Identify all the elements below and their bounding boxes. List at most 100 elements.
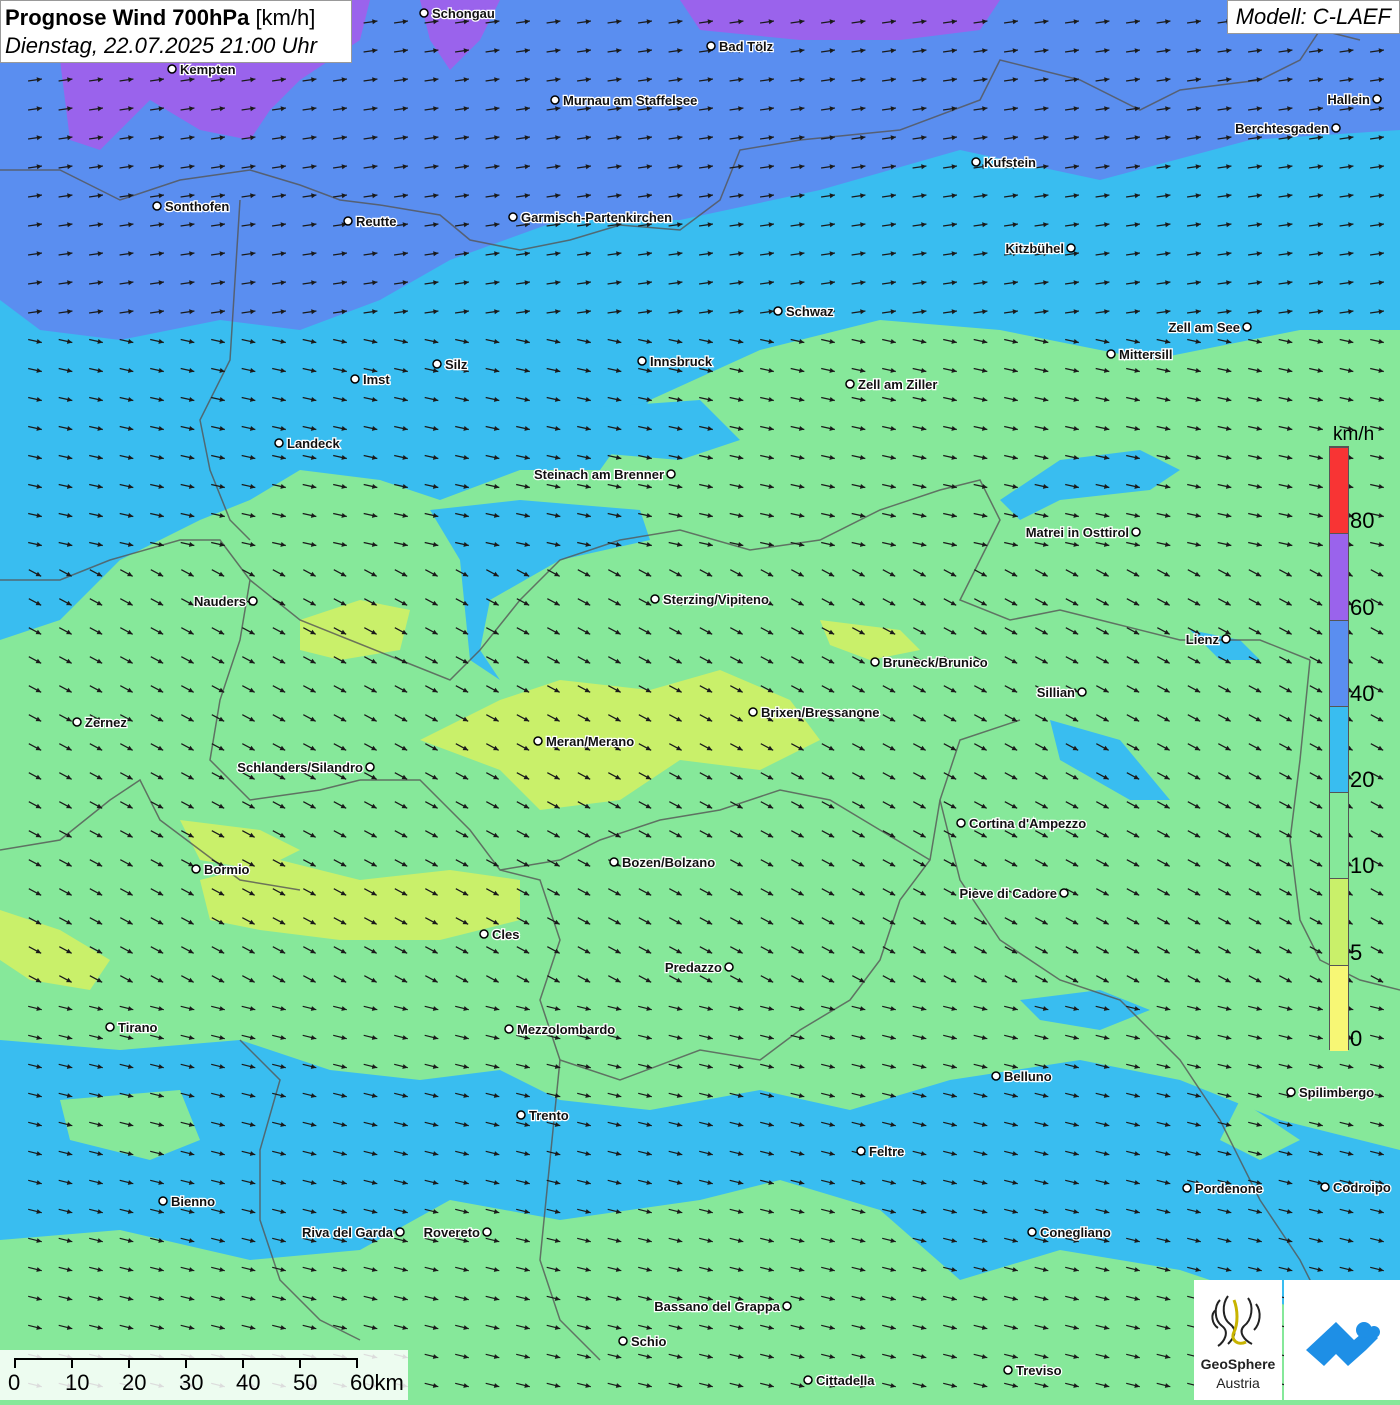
city-marker	[167, 64, 177, 74]
city-marker	[1131, 527, 1141, 537]
city-label: Reutte	[356, 214, 396, 229]
city-label: Spilimbergo	[1299, 1085, 1374, 1100]
city-label: Kufstein	[984, 155, 1036, 170]
city-marker	[956, 818, 966, 828]
city-label: Bruneck/Brunico	[883, 655, 988, 670]
city-marker	[105, 1022, 115, 1032]
city-marker	[845, 379, 855, 389]
logo-text-geosphere: GeoSphere	[1200, 1356, 1276, 1372]
city-label: Rovereto	[424, 1225, 480, 1240]
city-marker	[152, 201, 162, 211]
legend-swatch	[1330, 964, 1348, 1051]
city-marker	[504, 1024, 514, 1034]
legend-swatch	[1330, 533, 1348, 620]
city-marker	[343, 216, 353, 226]
city-label: Hallein	[1327, 92, 1370, 107]
city-label: Murnau am Staffelsee	[563, 93, 697, 108]
city-marker	[782, 1301, 792, 1311]
city-label: Bassano del Grappa	[654, 1299, 780, 1314]
legend-swatch	[1330, 705, 1348, 793]
city-label: Treviso	[1016, 1363, 1062, 1378]
city-label: Bienno	[171, 1194, 215, 1209]
city-label: Schio	[631, 1334, 666, 1349]
legend-swatch	[1330, 792, 1348, 879]
legend-label: 80	[1350, 508, 1375, 534]
geosphere-logo-icon	[1211, 1295, 1261, 1347]
city-label: Belluno	[1004, 1069, 1052, 1084]
scale-tick	[14, 1358, 16, 1368]
legend-swatch	[1330, 619, 1348, 706]
map-title-text: Prognose Wind 700hPa	[5, 5, 250, 30]
city-marker	[748, 707, 758, 717]
scale-label: 60km	[350, 1370, 404, 1395]
scale-label: 10	[65, 1370, 90, 1395]
legend-colorbar	[1329, 446, 1349, 1051]
city-marker	[419, 8, 429, 18]
city-marker	[1059, 888, 1069, 898]
legend-label: 10	[1350, 853, 1375, 879]
city-label: Pordenone	[1195, 1181, 1263, 1196]
scale-tick	[71, 1358, 73, 1368]
city-marker	[533, 736, 543, 746]
city-label: Pieve di Cadore	[959, 886, 1057, 901]
city-marker	[724, 962, 734, 972]
city-label: Schlanders/Silandro	[237, 760, 363, 775]
city-label: Zell am See	[1168, 320, 1240, 335]
legend-label: 20	[1350, 767, 1375, 793]
scale-tick	[128, 1358, 130, 1368]
city-label: Silz	[445, 357, 468, 372]
title-box: Prognose Wind 700hPa [km/h] Dienstag, 22…	[0, 0, 352, 63]
legend-swatch	[1330, 878, 1348, 965]
city-label: Sonthofen	[165, 199, 229, 214]
city-label: Bad Tölz	[719, 39, 774, 54]
city-label: Cittadella	[816, 1373, 875, 1388]
map-title-unit: [km/h]	[255, 5, 316, 30]
city-label: Sterzing/Vipiteno	[663, 592, 769, 607]
city-marker	[516, 1110, 526, 1120]
city-marker	[482, 1227, 492, 1237]
map-title: Prognose Wind 700hPa [km/h]	[5, 4, 347, 32]
city-marker	[1242, 322, 1252, 332]
city-marker	[650, 594, 660, 604]
city-label: Zernez	[85, 715, 127, 730]
city-label: Trento	[529, 1108, 569, 1123]
city-marker	[432, 359, 442, 369]
city-marker	[666, 469, 676, 479]
city-marker	[1372, 94, 1382, 104]
scale-tick	[299, 1358, 301, 1368]
city-label: Cles	[492, 927, 519, 942]
city-label: Berchtesgaden	[1235, 121, 1329, 136]
city-label: Mittersill	[1119, 347, 1172, 362]
city-marker	[706, 41, 716, 51]
city-marker	[991, 1071, 1001, 1081]
city-label: Bozen/Bolzano	[622, 855, 715, 870]
forecast-datetime: Dienstag, 22.07.2025 21:00 Uhr	[5, 33, 317, 58]
city-label: Mezzolombardo	[517, 1022, 615, 1037]
legend-label: 5	[1350, 939, 1363, 965]
city-label: Riva del Garda	[302, 1225, 394, 1240]
city-marker	[1027, 1227, 1037, 1237]
city-marker	[971, 157, 981, 167]
scale-label: 40	[236, 1370, 261, 1395]
city-marker	[1106, 349, 1116, 359]
city-label: Meran/Merano	[546, 734, 634, 749]
wind-map: Schongau Bad Tölz Kempten Murnau am Staffel…	[0, 0, 1400, 1400]
city-label: Innsbruck	[650, 354, 713, 369]
city-label: Landeck	[287, 436, 341, 451]
scale-label: 50	[293, 1370, 318, 1395]
legend-label: 40	[1350, 680, 1375, 706]
city-label: Zell am Ziller	[858, 377, 937, 392]
city-marker	[637, 356, 647, 366]
city-marker	[1066, 243, 1076, 253]
scale-label: 20	[122, 1370, 147, 1395]
city-marker	[1182, 1183, 1192, 1193]
scale-tick	[356, 1358, 358, 1368]
city-marker	[773, 306, 783, 316]
city-label: Feltre	[869, 1144, 904, 1159]
city-marker	[609, 857, 619, 867]
city-marker	[158, 1196, 168, 1206]
scale-tick	[242, 1358, 244, 1368]
city-label: Conegliano	[1040, 1225, 1111, 1240]
city-label: Garmisch-Partenkirchen	[521, 210, 672, 225]
legend-unit: km/h	[1333, 424, 1375, 445]
